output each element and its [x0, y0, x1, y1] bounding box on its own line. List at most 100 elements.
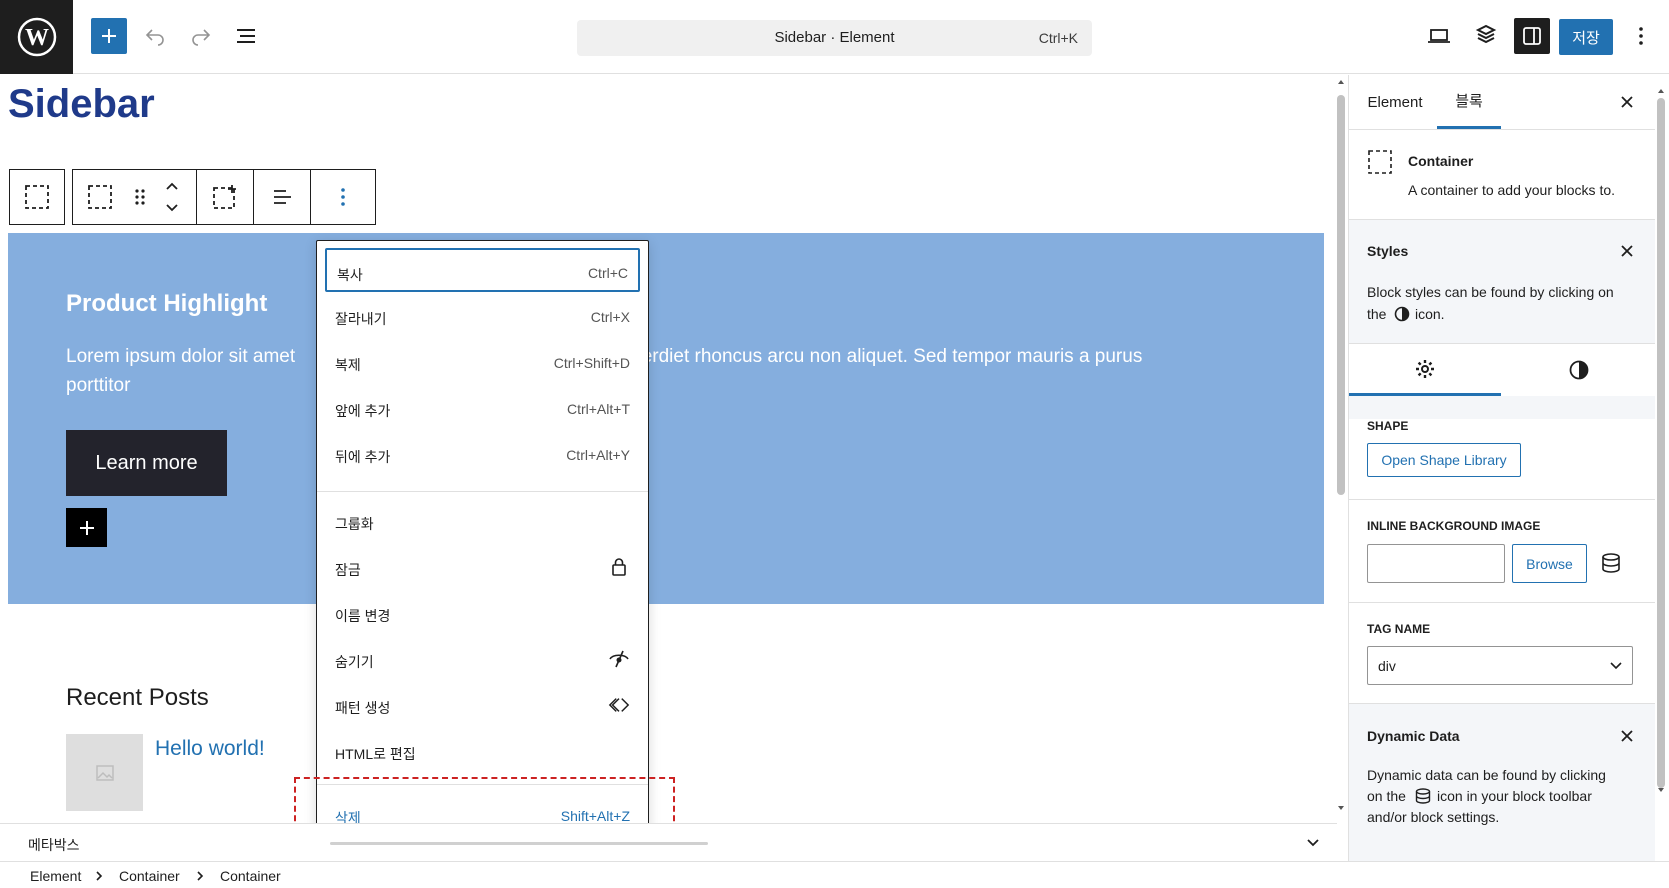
- drag-handle[interactable]: [125, 170, 155, 224]
- redo-button[interactable]: [183, 18, 219, 54]
- styles-text-line1: Block styles can be found by clicking on: [1367, 284, 1614, 300]
- menu-item-shortcut: Ctrl+Shift+D: [553, 355, 630, 371]
- database-icon[interactable]: [1599, 551, 1623, 575]
- move-up-down-buttons[interactable]: [155, 170, 189, 224]
- parent-block-button[interactable]: [9, 169, 65, 225]
- save-button[interactable]: 저장: [1559, 19, 1613, 55]
- undo-button[interactable]: [137, 18, 173, 54]
- background-image-input[interactable]: [1367, 544, 1505, 583]
- menu-item-edit-html[interactable]: HTML로 편집: [325, 729, 640, 773]
- add-inner-block-button[interactable]: [197, 170, 253, 224]
- menu-item-lock[interactable]: 잠금: [325, 545, 640, 589]
- recent-posts-heading[interactable]: Recent Posts: [66, 684, 209, 712]
- tab-block[interactable]: 블록: [1437, 75, 1501, 129]
- page-title[interactable]: Sidebar: [8, 82, 155, 127]
- pattern-icon: [608, 694, 630, 716]
- inner-add-block-button[interactable]: [66, 508, 107, 547]
- post-thumbnail[interactable]: [66, 734, 143, 811]
- divider: [1349, 602, 1655, 603]
- tag-name-label: TAG NAME: [1367, 622, 1431, 636]
- menu-item-insert-before[interactable]: 앞에 추가 Ctrl+Alt+T: [325, 386, 640, 430]
- menu-item-label: 뒤에 추가: [335, 449, 391, 465]
- block-options-button[interactable]: [311, 170, 375, 224]
- post-title-link[interactable]: Hello world!: [155, 737, 265, 761]
- redo-icon: [192, 29, 211, 46]
- more-vertical-icon: [341, 188, 345, 206]
- menu-item-label: 앞에 추가: [335, 403, 391, 419]
- styles-text-line2a: the: [1367, 306, 1387, 322]
- paragraph-text-line2: porttitor: [66, 375, 131, 396]
- chevron-up-down-icon: [166, 182, 178, 212]
- tab-element[interactable]: Element: [1365, 75, 1425, 129]
- product-section[interactable]: [8, 233, 1324, 604]
- dynamic-text-line3: and/or block settings.: [1367, 809, 1500, 825]
- tag-name-select[interactable]: div: [1367, 646, 1633, 685]
- close-icon[interactable]: [1620, 95, 1634, 109]
- menu-item-label: 복제: [335, 357, 361, 373]
- menu-item-group[interactable]: 그룹화: [325, 499, 640, 543]
- plus-icon: [102, 29, 116, 43]
- container-block-icon: [25, 185, 49, 209]
- browse-button[interactable]: Browse: [1512, 544, 1587, 583]
- learn-more-button[interactable]: Learn more: [66, 430, 227, 496]
- drag-handle-icon: [135, 189, 145, 205]
- menu-item-cut[interactable]: 잘라내기 Ctrl+X: [325, 294, 640, 338]
- metabox-label: 메타박스: [28, 837, 80, 853]
- inline-background-label: INLINE BACKGROUND IMAGE: [1367, 519, 1541, 533]
- menu-item-label: 이름 변경: [335, 608, 391, 624]
- options-button[interactable]: [1623, 18, 1659, 54]
- menu-item-insert-after[interactable]: 뒤에 추가 Ctrl+Alt+Y: [325, 432, 640, 476]
- menu-item-shortcut: Ctrl+X: [590, 309, 630, 325]
- image-placeholder-icon: [95, 764, 114, 781]
- tab-settings[interactable]: [1349, 344, 1501, 396]
- preview-button[interactable]: [1421, 18, 1457, 54]
- section-heading[interactable]: Product Highlight: [66, 290, 267, 318]
- menu-item-label: 그룹화: [335, 516, 374, 532]
- eye-hidden-icon: [608, 648, 630, 670]
- block-name: Container: [1408, 153, 1474, 169]
- more-vertical-icon: [1639, 27, 1643, 45]
- document-overview-button[interactable]: [229, 18, 265, 54]
- dynamic-text-line2b: icon in your block toolbar: [1437, 788, 1592, 804]
- tag-name-value: div: [1378, 658, 1396, 674]
- menu-item-create-pattern[interactable]: 패턴 생성: [325, 683, 640, 727]
- menu-separator: [317, 491, 648, 492]
- wordpress-logo-icon[interactable]: W: [0, 0, 73, 74]
- menu-item-rename[interactable]: 이름 변경: [325, 591, 640, 635]
- command-palette-button[interactable]: Sidebar · Element Ctrl+K: [577, 20, 1092, 56]
- dynamic-data-title: Dynamic Data: [1367, 728, 1460, 744]
- desktop-icon: [1428, 29, 1450, 43]
- settings-toggle-button[interactable]: [1514, 18, 1550, 54]
- menu-item-label: HTML로 편집: [335, 746, 416, 762]
- dynamic-text-line2a: on the: [1367, 788, 1406, 804]
- chevron-right-icon: [197, 871, 204, 881]
- block-breadcrumb: Element Container Container: [0, 861, 1669, 888]
- block-options-menu: 복사 Ctrl+C 잘라내기 Ctrl+X 복제 Ctrl+Shift+D 앞에…: [316, 240, 649, 849]
- horizontal-scrollbar[interactable]: [330, 842, 708, 845]
- block-type-button[interactable]: [73, 170, 127, 224]
- menu-item-duplicate[interactable]: 복제 Ctrl+Shift+D: [325, 340, 640, 384]
- menu-item-label: 숨기기: [335, 654, 374, 670]
- menu-item-copy[interactable]: 복사 Ctrl+C: [325, 248, 640, 292]
- gear-icon: [1416, 359, 1434, 378]
- align-button[interactable]: [254, 170, 310, 224]
- plugin-button[interactable]: [1468, 18, 1504, 54]
- menu-item-label: 패턴 생성: [335, 700, 391, 716]
- database-icon: [1415, 788, 1431, 804]
- section-paragraph[interactable]: Lorem ipsum dolor sit amet perdiet rhoncu…: [66, 342, 1246, 400]
- add-block-button[interactable]: [91, 18, 127, 54]
- close-icon[interactable]: [1621, 245, 1633, 257]
- sidebar-scrollbar[interactable]: [1657, 88, 1665, 794]
- plus-icon: [79, 520, 94, 535]
- canvas-scrollbar[interactable]: [1336, 78, 1346, 813]
- menu-item-hide[interactable]: 숨기기: [325, 637, 640, 681]
- settings-sidebar: Element 블록 Container A container to add …: [1348, 75, 1655, 861]
- metabox-toggle[interactable]: 메타박스: [0, 823, 1337, 861]
- breadcrumb-item[interactable]: Container: [119, 868, 180, 884]
- divider: [1349, 499, 1655, 500]
- block-controls-group: [72, 169, 376, 225]
- close-icon[interactable]: [1621, 730, 1633, 742]
- tab-styles[interactable]: [1501, 344, 1655, 396]
- breadcrumb-item[interactable]: Element: [30, 868, 81, 884]
- open-shape-library-button[interactable]: Open Shape Library: [1367, 443, 1521, 477]
